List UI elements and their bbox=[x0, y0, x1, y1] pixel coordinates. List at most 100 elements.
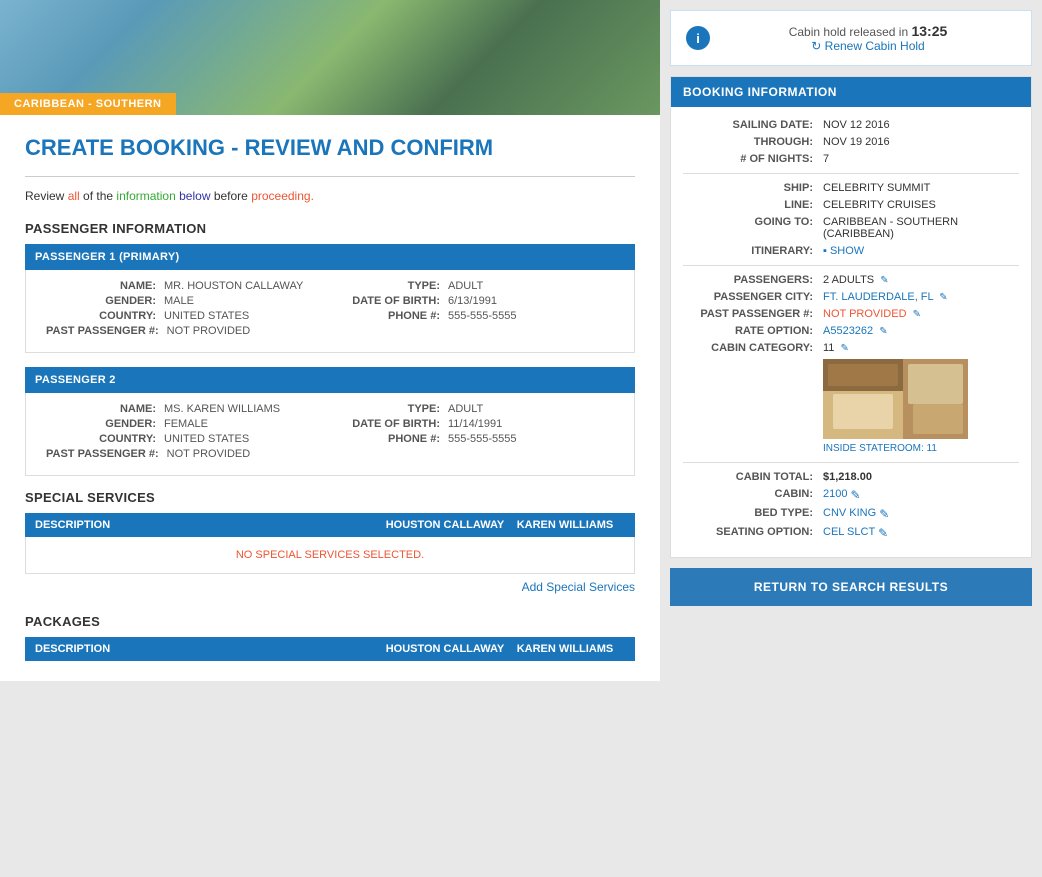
passenger-2-details: NAME: MS. KAREN WILLIAMS GENDER: FEMALE … bbox=[25, 393, 635, 476]
p2-phone-label: PHONE #: bbox=[330, 433, 440, 445]
bed-type-label: BED TYPE: bbox=[683, 507, 813, 519]
cabin-edit-icon[interactable]: ✎ bbox=[850, 488, 860, 502]
p2-country-value: UNITED STATES bbox=[164, 433, 249, 445]
packages-section: PACKAGES DESCRIPTION HOUSTON CALLAWAY KA… bbox=[25, 614, 635, 661]
passenger-2-right-col: TYPE: ADULT DATE OF BIRTH: 11/14/1991 PH… bbox=[330, 403, 614, 463]
p2-name-value: MS. KAREN WILLIAMS bbox=[164, 403, 280, 415]
through-label: THROUGH: bbox=[683, 136, 813, 148]
going-to-label: GOING TO: bbox=[683, 216, 813, 228]
right-panel: i Cabin hold released in 13:25 ↻ Renew C… bbox=[660, 0, 1042, 681]
booking-info-box: BOOKING INFORMATION SAILING DATE: NOV 12… bbox=[670, 76, 1032, 558]
review-notice: Review all of the information below befo… bbox=[25, 189, 635, 203]
packages-col-p2: KAREN WILLIAMS bbox=[505, 643, 625, 655]
ship-label: SHIP: bbox=[683, 182, 813, 194]
info-divider-3 bbox=[683, 462, 1019, 463]
cabin-hold-text: Cabin hold released in 13:25 ↻ Renew Cab… bbox=[720, 23, 1016, 53]
past-passenger-value: NOT PROVIDED ✎ bbox=[823, 308, 921, 320]
passengers-edit-icon[interactable]: ✎ bbox=[880, 275, 888, 286]
packages-title: PACKAGES bbox=[25, 614, 635, 629]
p1-dob-label: DATE OF BIRTH: bbox=[330, 295, 440, 307]
passengers-value: 2 ADULTS ✎ bbox=[823, 274, 889, 286]
no-services-notice: NO SPECIAL SERVICES SELECTED. bbox=[25, 537, 635, 574]
sailing-date-row: SAILING DATE: NOV 12 2016 bbox=[683, 119, 1019, 131]
through-value: NOV 19 2016 bbox=[823, 136, 890, 148]
region-badge: CARIBBEAN - SOUTHERN bbox=[0, 93, 176, 115]
special-services-section: SPECIAL SERVICES DESCRIPTION HOUSTON CAL… bbox=[25, 490, 635, 600]
cabin-total-row: CABIN TOTAL: $1,218.00 bbox=[683, 471, 1019, 483]
p2-gender-value: FEMALE bbox=[164, 418, 208, 430]
itinerary-label: ITINERARY: bbox=[683, 245, 813, 257]
passenger-1-left-col: NAME: MR. HOUSTON CALLAWAY GENDER: MALE … bbox=[46, 280, 330, 340]
passenger-city-edit-icon[interactable]: ✎ bbox=[939, 292, 947, 303]
nights-label: # OF NIGHTS: bbox=[683, 153, 813, 165]
return-to-search-button[interactable]: RETURN TO SEARCH RESULTS bbox=[670, 568, 1032, 606]
info-divider-1 bbox=[683, 173, 1019, 174]
p1-gender-label: GENDER: bbox=[46, 295, 156, 307]
passenger-1-right-col: TYPE: ADULT DATE OF BIRTH: 6/13/1991 PHO… bbox=[330, 280, 614, 340]
services-col-p2: KAREN WILLIAMS bbox=[505, 519, 625, 531]
going-to-row: GOING TO: CARIBBEAN - SOUTHERN (CARIBBEA… bbox=[683, 216, 1019, 240]
p2-country-label: COUNTRY: bbox=[46, 433, 156, 445]
line-row: LINE: CELEBRITY CRUISES bbox=[683, 199, 1019, 211]
line-label: LINE: bbox=[683, 199, 813, 211]
p1-pastpass-label: PAST PASSENGER #: bbox=[46, 325, 159, 337]
itinerary-value: ▪ SHOW bbox=[823, 245, 864, 257]
seating-option-row: SEATING OPTION: CEL SLCT ✎ bbox=[683, 526, 1019, 540]
seating-option-edit-icon[interactable]: ✎ bbox=[878, 526, 888, 540]
passenger-2-header: PASSENGER 2 bbox=[25, 367, 635, 393]
past-passenger-label: PAST PASSENGER #: bbox=[683, 308, 813, 320]
passenger-2-left-col: NAME: MS. KAREN WILLIAMS GENDER: FEMALE … bbox=[46, 403, 330, 463]
cabin-label: CABIN: bbox=[683, 488, 813, 500]
return-btn-container: RETURN TO SEARCH RESULTS bbox=[670, 568, 1032, 606]
services-col-desc: DESCRIPTION bbox=[35, 519, 385, 531]
p2-type-value: ADULT bbox=[448, 403, 483, 415]
p1-pastpass-value: NOT PROVIDED bbox=[167, 325, 251, 337]
p1-type-label: TYPE: bbox=[330, 280, 440, 292]
seating-option-label: SEATING OPTION: bbox=[683, 526, 813, 538]
nights-value: 7 bbox=[823, 153, 829, 165]
p1-dob-value: 6/13/1991 bbox=[448, 295, 497, 307]
nights-row: # OF NIGHTS: 7 bbox=[683, 153, 1019, 165]
info-icon: i bbox=[686, 26, 710, 50]
sailing-date-label: SAILING DATE: bbox=[683, 119, 813, 131]
passengers-row: PASSENGERS: 2 ADULTS ✎ bbox=[683, 274, 1019, 286]
ship-row: SHIP: CELEBRITY SUMMIT bbox=[683, 182, 1019, 194]
rate-option-edit-icon[interactable]: ✎ bbox=[879, 326, 887, 337]
cabin-category-row: CABIN CATEGORY: 11 ✎ bbox=[683, 342, 1019, 354]
cabin-category-edit-icon[interactable]: ✎ bbox=[840, 343, 848, 354]
rate-option-row: RATE OPTION: A5523262 ✎ bbox=[683, 325, 1019, 337]
rate-option-label: RATE OPTION: bbox=[683, 325, 813, 337]
bed-type-edit-icon[interactable]: ✎ bbox=[879, 507, 889, 521]
page-title: CREATE BOOKING - REVIEW AND CONFIRM bbox=[25, 135, 635, 161]
add-special-services-link[interactable]: Add Special Services bbox=[522, 574, 635, 600]
p1-country-value: UNITED STATES bbox=[164, 310, 249, 322]
sailing-date-value: NOV 12 2016 bbox=[823, 119, 890, 131]
bed-type-value: CNV KING bbox=[823, 507, 876, 519]
cabin-value: 2100 bbox=[823, 488, 847, 500]
renew-cabin-hold-link[interactable]: ↻ Renew Cabin Hold bbox=[720, 39, 1016, 53]
past-passenger-edit-icon[interactable]: ✎ bbox=[913, 309, 921, 320]
cabin-row: CABIN: 2100 ✎ bbox=[683, 488, 1019, 502]
line-value: CELEBRITY CRUISES bbox=[823, 199, 936, 211]
bed-type-row: BED TYPE: CNV KING ✎ bbox=[683, 507, 1019, 521]
p1-type-value: ADULT bbox=[448, 280, 483, 292]
title-divider bbox=[25, 176, 635, 177]
cabin-image-container: INSIDE STATEROOM: 11 bbox=[823, 359, 1019, 454]
cabin-hold-box: i Cabin hold released in 13:25 ↻ Renew C… bbox=[670, 10, 1032, 66]
itinerary-show-link[interactable]: ▪ SHOW bbox=[823, 245, 864, 257]
rate-option-value: A5523262 ✎ bbox=[823, 325, 888, 337]
packages-header: DESCRIPTION HOUSTON CALLAWAY KAREN WILLI… bbox=[25, 637, 635, 661]
cabin-hold-timer: 13:25 bbox=[911, 23, 947, 39]
seating-option-value: CEL SLCT bbox=[823, 526, 875, 538]
special-services-header: DESCRIPTION HOUSTON CALLAWAY KAREN WILLI… bbox=[25, 513, 635, 537]
going-to-value: CARIBBEAN - SOUTHERN (CARIBBEAN) bbox=[823, 216, 1019, 240]
info-divider-2 bbox=[683, 265, 1019, 266]
p1-phone-label: PHONE #: bbox=[330, 310, 440, 322]
passenger-city-value: FT. LAUDERDALE, FL ✎ bbox=[823, 291, 948, 303]
p2-dob-label: DATE OF BIRTH: bbox=[330, 418, 440, 430]
past-passenger-row: PAST PASSENGER #: NOT PROVIDED ✎ bbox=[683, 308, 1019, 320]
cabin-total-value: $1,218.00 bbox=[823, 471, 872, 483]
cabin-image bbox=[823, 359, 968, 439]
cabin-category-value: 11 ✎ bbox=[823, 342, 849, 354]
passenger-city-label: PASSENGER CITY: bbox=[683, 291, 813, 303]
